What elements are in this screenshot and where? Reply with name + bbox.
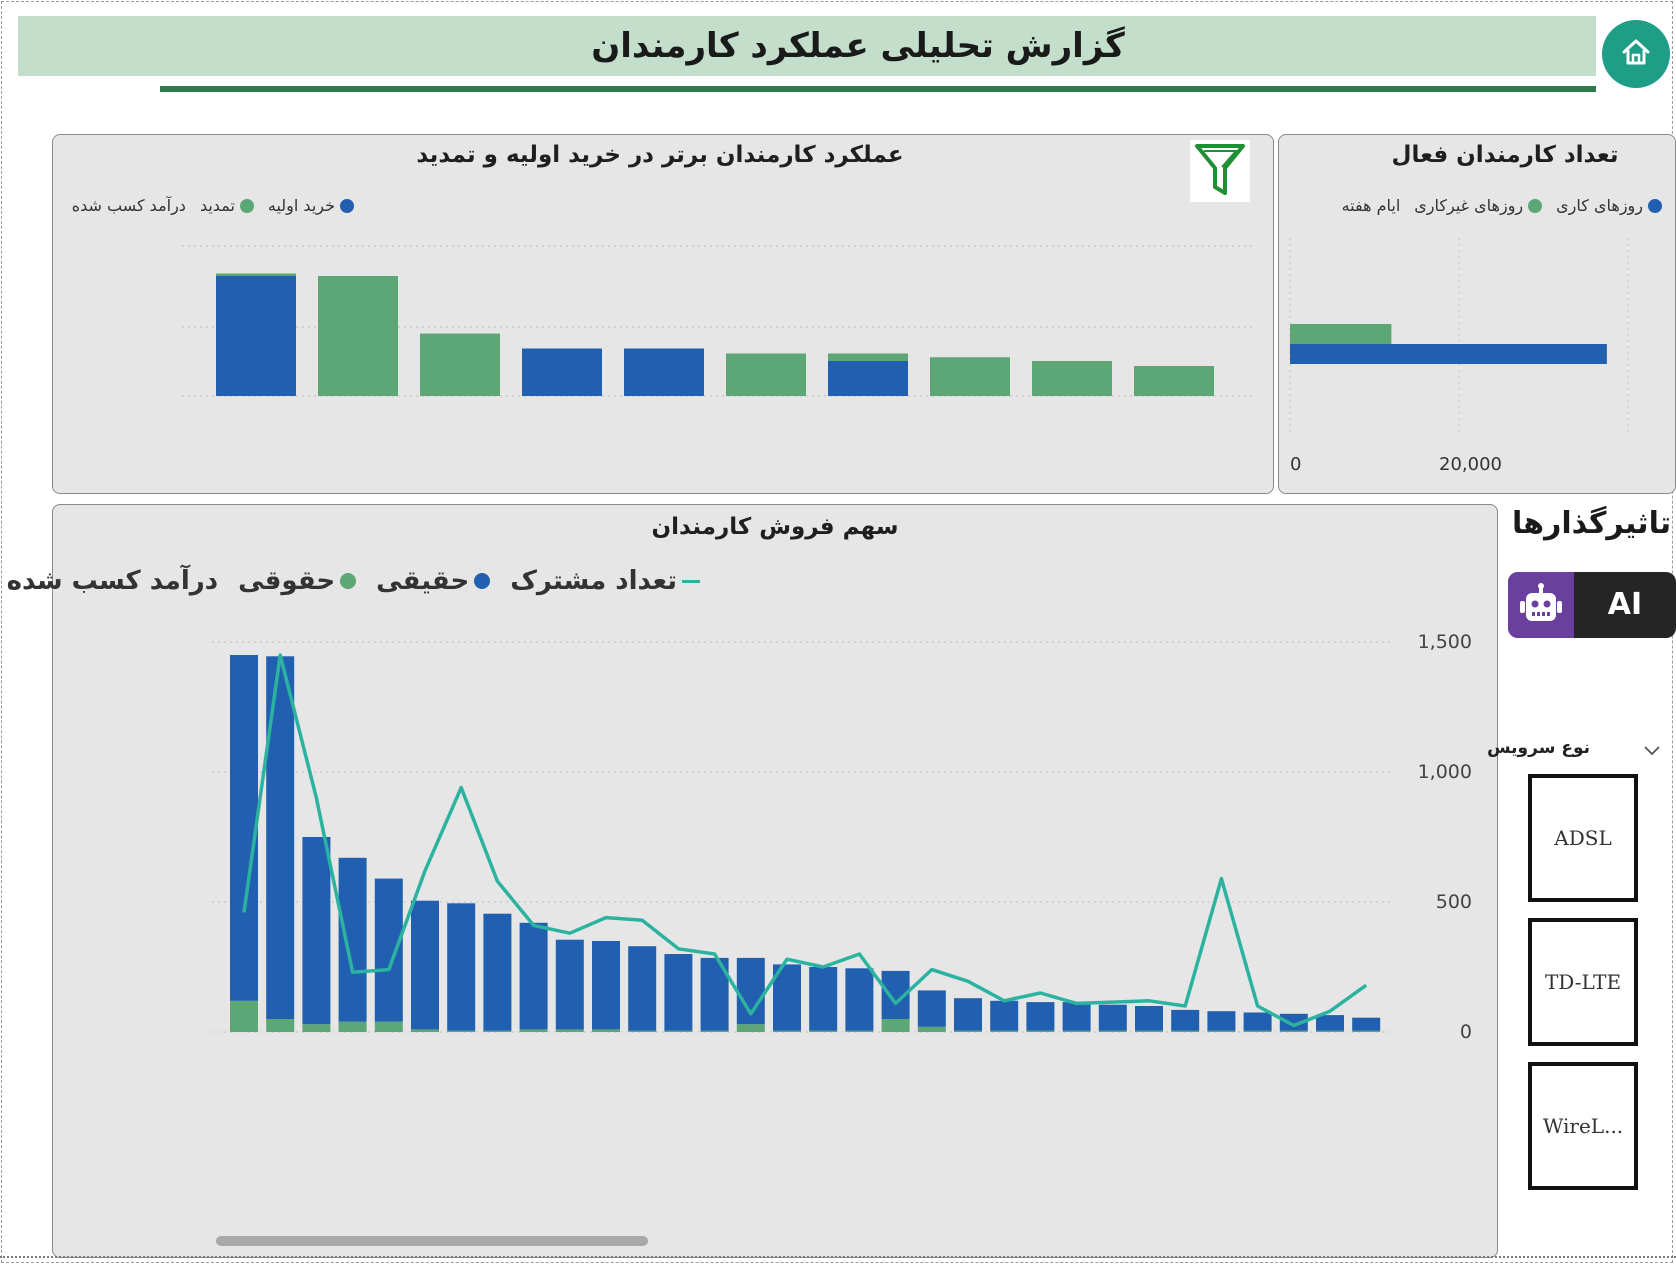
slicer-option-td-lte[interactable]: TD-LTE [1528, 918, 1638, 1046]
bar-individual [1026, 1002, 1055, 1031]
bar-individual [266, 656, 295, 1019]
horizontal-scrollbar[interactable] [216, 1236, 648, 1246]
bar-legal [773, 1030, 801, 1032]
ai-button[interactable]: AI [1508, 572, 1676, 638]
influencers-title: تاثیرگذارها [1512, 506, 1672, 541]
bar-individual [1062, 1002, 1091, 1031]
bar-individual [990, 1000, 1019, 1031]
bar-legal [411, 1029, 439, 1032]
bar-individual [1352, 1017, 1381, 1031]
bar-individual [411, 900, 439, 1030]
bar-legal [809, 1030, 838, 1032]
bar-individual [664, 954, 693, 1031]
bar-legal [230, 1000, 258, 1032]
y-tick-label: 1,500 [1418, 631, 1472, 653]
nonworking-days-bar [1290, 324, 1392, 344]
bar-legal [628, 1030, 657, 1032]
bar-legal [1352, 1030, 1381, 1032]
top-bar-renewal [828, 353, 908, 361]
bar-individual [1316, 1015, 1344, 1031]
bar-legal [1098, 1030, 1127, 1032]
top-bar-renewal [726, 353, 806, 396]
page-title: گزارش تحلیلی عملکرد کارمندان [591, 26, 1125, 66]
top-bar-renewal [216, 273, 296, 276]
header-underline [160, 86, 1596, 92]
sales-share-chart: 1,500 1,000 500 0 [212, 631, 1472, 1043]
bar-individual [1207, 1011, 1236, 1031]
top-bar-initial [216, 276, 296, 396]
bar-individual [447, 903, 476, 1031]
bar-legal [266, 1019, 295, 1032]
y-tick-label: 0 [1460, 1021, 1472, 1043]
top-bar-initial [828, 361, 908, 396]
y-tick-label: 500 [1436, 891, 1472, 913]
bar-individual [845, 968, 874, 1031]
bar-legal [592, 1029, 620, 1032]
bar-legal [555, 1029, 584, 1032]
bar-legal [917, 1026, 946, 1032]
slicer-option-adsl[interactable]: ADSL [1528, 774, 1638, 902]
bar-individual [1135, 1006, 1163, 1031]
home-button[interactable] [1602, 20, 1670, 88]
x-tick-label: 20,000 [1439, 454, 1502, 475]
bar-legal [302, 1024, 331, 1032]
bar-legal [1207, 1030, 1236, 1032]
bar-individual [555, 939, 584, 1030]
bar-legal [664, 1030, 693, 1032]
bar-legal [1316, 1030, 1344, 1032]
bar-legal [519, 1029, 548, 1032]
bar-legal [1026, 1030, 1055, 1032]
slicer-option-wireless[interactable]: WireL... [1528, 1062, 1638, 1190]
home-icon [1620, 36, 1652, 72]
bar-individual [483, 913, 512, 1031]
bar-individual [302, 837, 331, 1025]
page-bottom-border [0, 1256, 1676, 1258]
chevron-down-icon[interactable] [1640, 738, 1664, 762]
bar-individual [1243, 1012, 1272, 1031]
bar-individual [628, 946, 657, 1031]
y-tick-label: 1,000 [1418, 761, 1472, 783]
active-employees-chart: 0 20,000 [1289, 238, 1629, 475]
bar-individual [374, 878, 403, 1022]
top-bar-renewal [318, 276, 398, 396]
top-bar-initial [624, 348, 704, 396]
bar-legal [1279, 1030, 1308, 1032]
top-bar-renewal [930, 357, 1010, 396]
bar-legal [1062, 1030, 1091, 1032]
bar-individual [592, 941, 620, 1030]
bar-individual [954, 998, 982, 1031]
ai-label: AI [1607, 587, 1643, 622]
bar-individual [917, 990, 946, 1027]
bar-legal [1243, 1030, 1272, 1032]
bar-legal [483, 1030, 512, 1032]
working-days-bar [1290, 344, 1607, 364]
bar-individual [338, 857, 367, 1022]
bar-legal [845, 1030, 874, 1032]
bar-individual [1171, 1009, 1200, 1031]
bar-legal [736, 1024, 765, 1032]
bar-legal [338, 1021, 367, 1032]
bar-legal [881, 1019, 910, 1032]
robot-icon [1508, 572, 1574, 638]
bar-individual [809, 967, 838, 1031]
bar-legal [1135, 1030, 1163, 1032]
top-bar-renewal [1032, 361, 1112, 396]
bar-individual [230, 655, 258, 1001]
top-performers-chart [182, 245, 1252, 397]
top-bar-renewal [1134, 366, 1214, 396]
bar-individual [519, 922, 548, 1030]
top-bar-initial [522, 348, 602, 396]
service-type-slicer-header[interactable]: نوع سرویس [1487, 734, 1670, 768]
bar-legal [990, 1030, 1019, 1032]
bar-legal [954, 1030, 982, 1032]
bar-legal [700, 1030, 729, 1032]
top-bar-renewal [420, 333, 500, 396]
bar-legal [374, 1021, 403, 1032]
bar-legal [1171, 1030, 1200, 1032]
bar-individual [1098, 1004, 1127, 1031]
slicer-title: نوع سرویس [1487, 738, 1590, 758]
x-tick-label: 0 [1290, 454, 1301, 475]
bar-legal [447, 1030, 476, 1032]
